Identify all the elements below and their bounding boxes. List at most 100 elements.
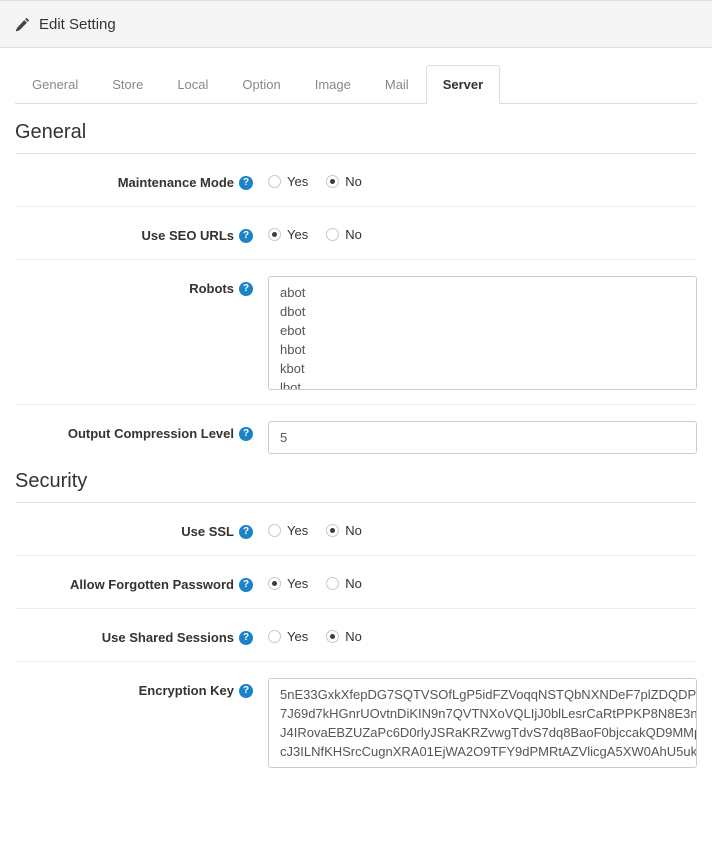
radio-mark-icon[interactable] bbox=[268, 630, 281, 643]
label-output-compression-level-text: Output Compression Level bbox=[67, 426, 234, 441]
tab-local-link[interactable]: Local bbox=[160, 65, 225, 104]
tab-option[interactable]: Option bbox=[225, 65, 297, 104]
radio-group-maintenance-mode: Yes No bbox=[268, 170, 697, 189]
field-use-ssl: Use SSL ? Yes No bbox=[15, 503, 697, 556]
radio-mark-icon[interactable] bbox=[268, 577, 281, 590]
tab-image[interactable]: Image bbox=[298, 65, 368, 104]
tabs-container: General Store Local Option Image Mail Se… bbox=[0, 48, 712, 104]
label-maintenance-mode: Maintenance Mode ? bbox=[15, 168, 268, 192]
help-icon[interactable]: ? bbox=[239, 229, 253, 243]
radio-mark-icon[interactable] bbox=[268, 524, 281, 537]
radio-use-seo-urls-yes-label: Yes bbox=[287, 227, 309, 242]
radio-mark-icon[interactable] bbox=[326, 524, 340, 537]
label-use-shared-sessions: Use Shared Sessions ? bbox=[15, 623, 268, 647]
robots-textarea[interactable]: abot dbot ebot hbot kbot lbot bbox=[268, 276, 697, 390]
tab-server-link[interactable]: Server bbox=[425, 65, 501, 104]
tab-local[interactable]: Local bbox=[160, 65, 225, 104]
field-maintenance-mode: Maintenance Mode ? Yes No bbox=[15, 154, 697, 207]
label-use-ssl-text: Use SSL bbox=[181, 524, 234, 539]
help-icon[interactable]: ? bbox=[239, 176, 253, 190]
control-robots: abot dbot ebot hbot kbot lbot bbox=[268, 274, 697, 390]
label-use-shared-sessions-text: Use Shared Sessions bbox=[101, 630, 234, 645]
label-encryption-key-text: Encryption Key bbox=[138, 683, 234, 698]
radio-allow-forgotten-password-yes[interactable]: Yes bbox=[268, 576, 308, 591]
label-allow-forgotten-password-text: Allow Forgotten Password bbox=[70, 577, 234, 592]
radio-use-seo-urls-yes[interactable]: Yes bbox=[268, 227, 308, 242]
radio-mark-icon[interactable] bbox=[326, 175, 340, 188]
label-use-seo-urls-text: Use SEO URLs bbox=[141, 228, 234, 243]
panel-heading: Edit Setting bbox=[0, 0, 712, 48]
radio-mark-icon[interactable] bbox=[326, 577, 340, 590]
control-use-seo-urls: Yes No bbox=[268, 221, 697, 242]
radio-allow-forgotten-password-yes-label: Yes bbox=[287, 576, 309, 591]
radio-use-seo-urls-no[interactable]: No bbox=[326, 227, 362, 242]
output-compression-level-input[interactable] bbox=[268, 421, 697, 454]
radio-maintenance-mode-yes[interactable]: Yes bbox=[268, 174, 308, 189]
page-title: Edit Setting bbox=[15, 16, 116, 33]
control-use-ssl: Yes No bbox=[268, 517, 697, 538]
radio-use-ssl-yes-label: Yes bbox=[287, 523, 309, 538]
radio-allow-forgotten-password-no[interactable]: No bbox=[326, 576, 362, 591]
field-use-seo-urls: Use SEO URLs ? Yes No bbox=[15, 207, 697, 260]
field-use-shared-sessions: Use Shared Sessions ? Yes No bbox=[15, 609, 697, 662]
tab-server[interactable]: Server bbox=[425, 65, 501, 104]
radio-mark-icon[interactable] bbox=[326, 630, 340, 643]
tab-store-link[interactable]: Store bbox=[95, 65, 160, 104]
label-allow-forgotten-password: Allow Forgotten Password ? bbox=[15, 570, 268, 594]
control-maintenance-mode: Yes No bbox=[268, 168, 697, 189]
radio-use-shared-sessions-no-label: No bbox=[345, 629, 362, 644]
help-icon[interactable]: ? bbox=[239, 631, 253, 645]
field-allow-forgotten-password: Allow Forgotten Password ? Yes No bbox=[15, 556, 697, 609]
label-robots-text: Robots bbox=[189, 281, 234, 296]
section-heading-security: Security bbox=[15, 468, 697, 503]
help-icon[interactable]: ? bbox=[239, 684, 253, 698]
radio-mark-icon[interactable] bbox=[268, 228, 281, 241]
radio-group-use-ssl: Yes No bbox=[268, 519, 697, 538]
tab-store[interactable]: Store bbox=[95, 65, 160, 104]
label-use-ssl: Use SSL ? bbox=[15, 517, 268, 541]
label-maintenance-mode-text: Maintenance Mode bbox=[117, 175, 234, 190]
radio-use-ssl-yes[interactable]: Yes bbox=[268, 523, 308, 538]
radio-use-ssl-no-label: No bbox=[345, 523, 362, 538]
tab-general-link[interactable]: General bbox=[15, 65, 95, 104]
radio-mark-icon[interactable] bbox=[268, 175, 281, 188]
field-encryption-key: Encryption Key ? 5nE33GxkXfepDG7SQTVSOfL… bbox=[15, 662, 697, 782]
tab-image-link[interactable]: Image bbox=[298, 65, 368, 104]
field-output-compression-level: Output Compression Level ? bbox=[15, 405, 697, 468]
settings-tabs: General Store Local Option Image Mail Se… bbox=[15, 65, 697, 104]
help-icon[interactable]: ? bbox=[239, 525, 253, 539]
radio-maintenance-mode-no-label: No bbox=[345, 174, 362, 189]
panel-title-text: Edit Setting bbox=[39, 15, 116, 33]
help-icon[interactable]: ? bbox=[239, 282, 253, 296]
radio-use-shared-sessions-yes[interactable]: Yes bbox=[268, 629, 308, 644]
pencil-icon bbox=[15, 17, 30, 32]
control-encryption-key: 5nE33GxkXfepDG7SQTVSOfLgP5idFZVoqqNSTQbN… bbox=[268, 676, 697, 768]
radio-use-shared-sessions-no[interactable]: No bbox=[326, 629, 362, 644]
label-encryption-key: Encryption Key ? bbox=[15, 676, 268, 700]
label-robots: Robots ? bbox=[15, 274, 268, 298]
radio-use-shared-sessions-yes-label: Yes bbox=[287, 629, 309, 644]
control-allow-forgotten-password: Yes No bbox=[268, 570, 697, 591]
radio-use-ssl-no[interactable]: No bbox=[326, 523, 362, 538]
radio-use-seo-urls-no-label: No bbox=[345, 227, 362, 242]
control-output-compression-level bbox=[268, 419, 697, 454]
tab-mail[interactable]: Mail bbox=[368, 65, 426, 104]
tab-general[interactable]: General bbox=[15, 65, 95, 104]
encryption-key-textarea[interactable]: 5nE33GxkXfepDG7SQTVSOfLgP5idFZVoqqNSTQbN… bbox=[268, 678, 697, 768]
tab-option-link[interactable]: Option bbox=[225, 65, 297, 104]
radio-allow-forgotten-password-no-label: No bbox=[345, 576, 362, 591]
radio-group-use-seo-urls: Yes No bbox=[268, 223, 697, 242]
radio-mark-icon[interactable] bbox=[326, 228, 340, 241]
help-icon[interactable]: ? bbox=[239, 427, 253, 441]
settings-form: General Maintenance Mode ? Yes No Use SE… bbox=[0, 104, 712, 797]
help-icon[interactable]: ? bbox=[239, 578, 253, 592]
tab-mail-link[interactable]: Mail bbox=[368, 65, 426, 104]
control-use-shared-sessions: Yes No bbox=[268, 623, 697, 644]
field-robots: Robots ? abot dbot ebot hbot kbot lbot bbox=[15, 260, 697, 405]
label-use-seo-urls: Use SEO URLs ? bbox=[15, 221, 268, 245]
radio-maintenance-mode-no[interactable]: No bbox=[326, 174, 362, 189]
radio-maintenance-mode-yes-label: Yes bbox=[287, 174, 309, 189]
label-output-compression-level: Output Compression Level ? bbox=[15, 419, 268, 443]
section-heading-general: General bbox=[15, 119, 697, 154]
radio-group-use-shared-sessions: Yes No bbox=[268, 625, 697, 644]
